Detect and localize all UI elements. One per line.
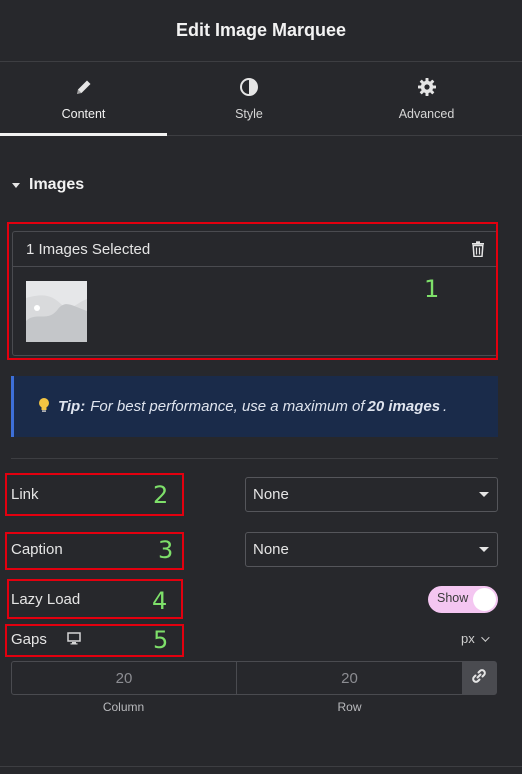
annotation-number-4: 4 bbox=[152, 587, 168, 615]
link-values-button[interactable] bbox=[462, 662, 496, 694]
pencil-icon bbox=[73, 76, 95, 98]
link-select-value: None bbox=[253, 486, 289, 503]
lightbulb-icon bbox=[38, 397, 50, 417]
toggle-text: Show bbox=[437, 591, 469, 605]
tab-style-label: Style bbox=[235, 107, 263, 121]
caption-select[interactable]: None bbox=[245, 532, 498, 567]
lazy-load-toggle[interactable]: Show bbox=[428, 586, 498, 613]
link-select[interactable]: None bbox=[245, 477, 498, 512]
annotation-number-2: 2 bbox=[153, 481, 169, 509]
tab-advanced[interactable]: Advanced bbox=[331, 62, 522, 135]
half-circle-icon bbox=[238, 76, 260, 98]
tip-label: Tip: bbox=[58, 398, 86, 415]
annotation-number-3: 3 bbox=[158, 536, 174, 564]
images-section-toggle[interactable]: Images bbox=[12, 176, 84, 194]
panel-header: Edit Image Marquee bbox=[0, 0, 522, 62]
section-divider bbox=[11, 458, 498, 459]
gap-row-label: Row bbox=[337, 700, 362, 714]
section-title: Images bbox=[29, 176, 85, 193]
annotation-number-1: 1 bbox=[424, 275, 440, 303]
annotation-number-5: 5 bbox=[153, 626, 169, 654]
tab-content[interactable]: Content bbox=[0, 62, 167, 136]
gap-column-label: Column bbox=[102, 700, 145, 714]
caption-select-value: None bbox=[253, 541, 289, 558]
tab-content-label: Content bbox=[61, 107, 106, 121]
panel-tabs: Content Style Advanced bbox=[0, 62, 522, 136]
gear-icon bbox=[416, 76, 438, 98]
tip-emphasis: 20 images bbox=[367, 398, 441, 415]
chevron-down-icon bbox=[480, 632, 490, 642]
caret-down-icon bbox=[12, 182, 20, 188]
panel-bottom-divider bbox=[0, 766, 522, 767]
tip-text: For best performance, use a maximum of bbox=[90, 398, 365, 415]
panel-title: Edit Image Marquee bbox=[175, 20, 347, 40]
tip-period: . bbox=[443, 398, 448, 415]
unit-select[interactable]: px bbox=[461, 631, 490, 646]
chain-link-icon bbox=[471, 668, 487, 689]
toggle-knob bbox=[473, 588, 496, 611]
tip-notice: Tip: For best performance, use a maximum… bbox=[11, 376, 498, 437]
tab-advanced-label: Advanced bbox=[398, 107, 455, 121]
chevron-down-icon bbox=[479, 547, 489, 552]
gaps-inputs bbox=[11, 661, 497, 695]
gap-row-input[interactable] bbox=[237, 662, 462, 694]
tab-style[interactable]: Style bbox=[167, 62, 331, 135]
chevron-down-icon bbox=[479, 492, 489, 497]
gap-column-input[interactable] bbox=[12, 662, 237, 694]
unit-value: px bbox=[461, 631, 475, 646]
